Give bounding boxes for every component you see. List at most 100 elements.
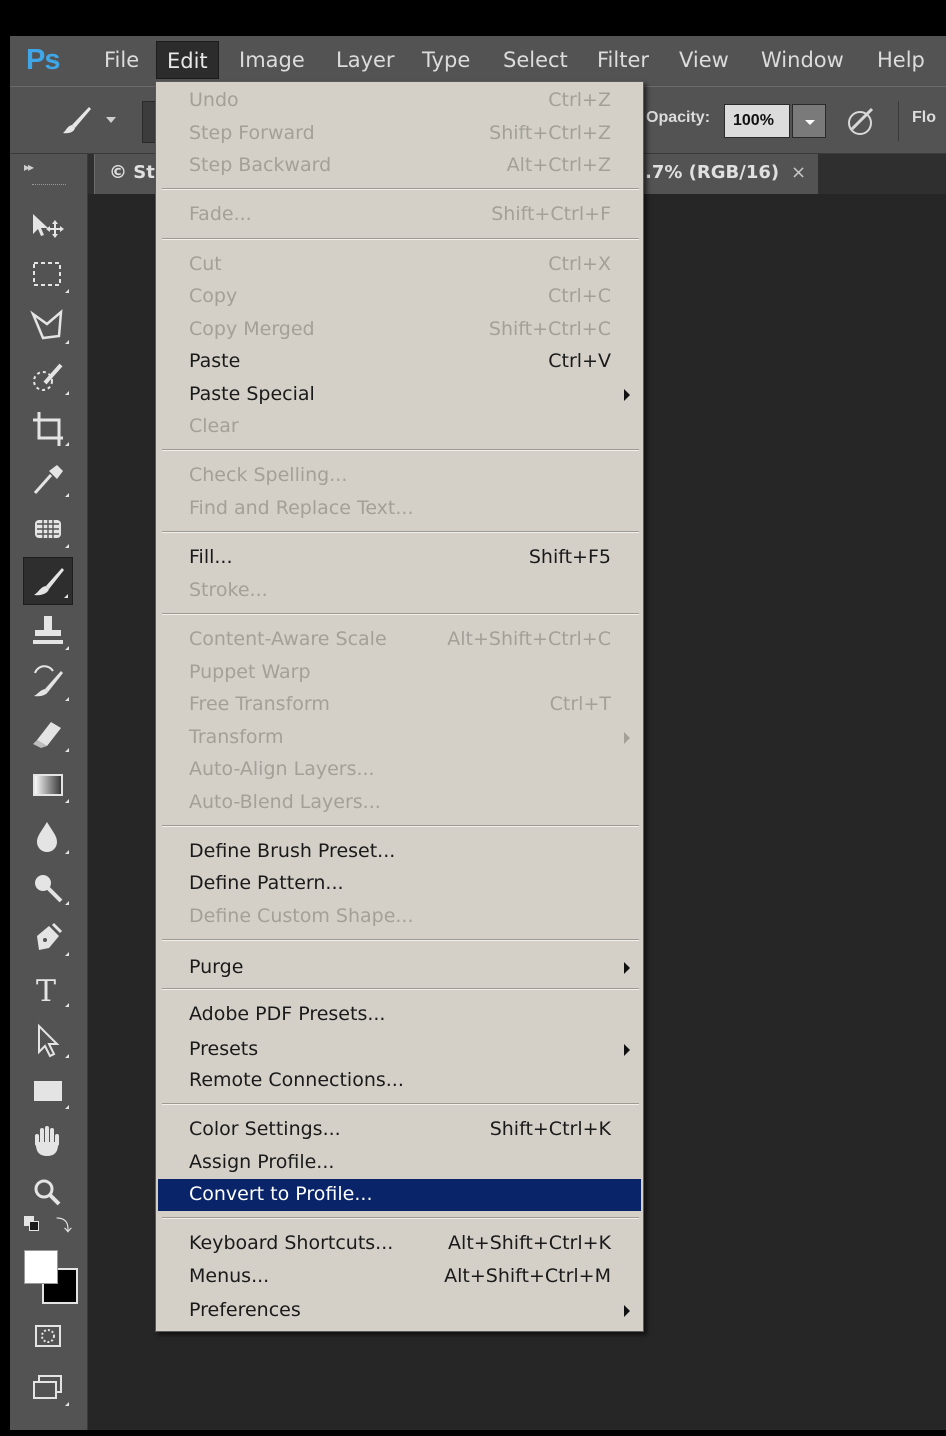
spot-healing-brush-tool-icon[interactable]: [23, 506, 73, 554]
menu-image[interactable]: Image: [229, 41, 315, 79]
menu-select[interactable]: Select: [493, 41, 578, 79]
menu-item-define-custom-shape[interactable]: Define Custom Shape...: [158, 901, 641, 933]
eyedropper-tool-icon[interactable]: [23, 455, 73, 503]
menu-item-step-forward[interactable]: Step Forward Shift+Ctrl+Z: [158, 118, 641, 150]
menu-help[interactable]: Help: [867, 41, 935, 79]
menu-item-convert-to-profile[interactable]: Convert to Profile...: [158, 1179, 641, 1211]
zoom-tool-icon[interactable]: [23, 1169, 73, 1217]
menu-item-keyboard-shortcuts[interactable]: Keyboard Shortcuts... Alt+Shift+Ctrl+K: [158, 1228, 641, 1260]
menu-item-check-spelling[interactable]: Check Spelling...: [158, 460, 641, 492]
menu-edit[interactable]: Edit: [156, 41, 219, 79]
menu-item-shortcut: Ctrl+Z: [548, 89, 611, 111]
menu-item-shortcut: Shift+Ctrl+K: [489, 1118, 611, 1140]
menu-item-auto-align-layers[interactable]: Auto-Align Layers...: [158, 754, 641, 786]
menu-item-paste[interactable]: Paste Ctrl+V: [158, 346, 641, 378]
gradient-tool-icon[interactable]: [23, 761, 73, 809]
menu-separator: [162, 188, 639, 190]
rectangle-tool-icon[interactable]: [23, 1067, 73, 1115]
menu-item-purge[interactable]: Purge: [158, 952, 641, 984]
menu-item-stroke[interactable]: Stroke...: [158, 575, 641, 607]
quick-mask-mode-icon[interactable]: [23, 1312, 73, 1360]
menu-item-label: Paste Special: [189, 383, 315, 405]
flow-label: Flo: [912, 109, 936, 126]
opacity-input[interactable]: 100%: [724, 104, 790, 138]
menu-item-remote-connections[interactable]: Remote Connections...: [158, 1065, 641, 1097]
menu-item-define-brush-preset[interactable]: Define Brush Preset...: [158, 836, 641, 868]
menu-item-content-aware-scale[interactable]: Content-Aware Scale Alt+Shift+Ctrl+C: [158, 624, 641, 656]
close-tab-icon[interactable]: ×: [791, 162, 806, 183]
menu-layer[interactable]: Layer: [326, 41, 405, 79]
menu-item-label: Purge: [189, 956, 244, 978]
menu-item-label: Puppet Warp: [189, 661, 311, 683]
hand-tool-icon[interactable]: [23, 1118, 73, 1166]
menu-item-label: Transform: [189, 726, 284, 748]
pen-tool-icon[interactable]: [23, 914, 73, 962]
menu-item-clear[interactable]: Clear: [158, 411, 641, 443]
menu-window[interactable]: Window: [751, 41, 854, 79]
menu-item-menus[interactable]: Menus... Alt+Shift+Ctrl+M: [158, 1261, 641, 1293]
brush-tool-icon[interactable]: [23, 557, 73, 605]
menu-item-auto-blend-layers[interactable]: Auto-Blend Layers...: [158, 787, 641, 819]
clone-stamp-tool-icon[interactable]: [23, 608, 73, 656]
menu-separator: [162, 939, 639, 941]
menu-item-free-transform[interactable]: Free Transform Ctrl+T: [158, 689, 641, 721]
history-brush-tool-icon[interactable]: [23, 659, 73, 707]
menu-item-fill[interactable]: Fill... Shift+F5: [158, 542, 641, 574]
menu-filter[interactable]: Filter: [587, 41, 659, 79]
default-colors-icon[interactable]: [24, 1216, 40, 1232]
menu-item-find-and-replace-text[interactable]: Find and Replace Text...: [158, 493, 641, 525]
menu-item-copy-merged[interactable]: Copy Merged Shift+Ctrl+C: [158, 314, 641, 346]
eraser-tool-icon[interactable]: [23, 710, 73, 758]
menu-view[interactable]: View: [669, 41, 739, 79]
menu-item-puppet-warp[interactable]: Puppet Warp: [158, 657, 641, 689]
screen-mode-icon[interactable]: [23, 1364, 73, 1412]
menu-item-label: Define Custom Shape...: [189, 905, 414, 927]
swap-colors-icon[interactable]: ⤵: [56, 1212, 76, 1235]
menu-item-paste-special[interactable]: Paste Special: [158, 379, 641, 411]
menu-item-label: Content-Aware Scale: [189, 628, 387, 650]
menu-item-label: Clear: [189, 415, 239, 437]
menu-item-define-pattern[interactable]: Define Pattern...: [158, 868, 641, 900]
opacity-dropdown-icon[interactable]: [792, 104, 826, 138]
toolbox-grip[interactable]: [32, 184, 66, 186]
menu-item-preferences[interactable]: Preferences: [158, 1295, 641, 1327]
move-tool-icon[interactable]: [23, 200, 73, 248]
submenu-arrow-icon: [624, 732, 630, 744]
menu-item-shortcut: Ctrl+T: [549, 693, 611, 715]
menu-file[interactable]: File: [94, 41, 149, 79]
crop-tool-icon[interactable]: [23, 404, 73, 452]
toolbox: ▸▸ T ⤵: [10, 154, 88, 1430]
quick-selection-tool-icon[interactable]: [23, 353, 73, 401]
menu-item-cut[interactable]: Cut Ctrl+X: [158, 249, 641, 281]
brush-preset-icon[interactable]: [60, 103, 94, 137]
menu-item-adobe-pdf-presets[interactable]: Adobe PDF Presets...: [158, 999, 641, 1031]
menu-item-assign-profile[interactable]: Assign Profile...: [158, 1147, 641, 1179]
path-selection-tool-icon[interactable]: [23, 1016, 73, 1064]
menu-item-label: Cut: [189, 253, 222, 275]
menu-item-undo[interactable]: Undo Ctrl+Z: [158, 85, 641, 117]
menu-item-shortcut: Shift+Ctrl+C: [488, 318, 611, 340]
menu-item-color-settings[interactable]: Color Settings... Shift+Ctrl+K: [158, 1114, 641, 1146]
brush-preset-dropdown-icon[interactable]: [106, 117, 116, 123]
menu-item-label: Fade...: [189, 203, 252, 225]
menu-item-label: Step Backward: [189, 154, 332, 176]
menu-item-step-backward[interactable]: Step Backward Alt+Ctrl+Z: [158, 150, 641, 182]
menu-item-shortcut: Ctrl+V: [548, 350, 611, 372]
collapse-toolbox-icon[interactable]: ▸▸: [24, 160, 34, 174]
type-tool-icon[interactable]: T: [23, 965, 73, 1013]
airbrush-icon[interactable]: [844, 103, 880, 139]
menu-type[interactable]: Type: [412, 41, 480, 79]
menu-separator: [162, 531, 639, 533]
menu-item-shortcut: Alt+Ctrl+Z: [506, 154, 611, 176]
rectangular-marquee-tool-icon[interactable]: [23, 251, 73, 299]
menu-item-fade[interactable]: Fade... Shift+Ctrl+F: [158, 199, 641, 231]
menu-item-presets[interactable]: Presets: [158, 1034, 641, 1066]
menu-item-transform[interactable]: Transform: [158, 722, 641, 754]
menu-item-label: Adobe PDF Presets...: [189, 1003, 386, 1025]
menu-item-copy[interactable]: Copy Ctrl+C: [158, 281, 641, 313]
blur-tool-icon[interactable]: [23, 812, 73, 860]
menu-item-label: Fill...: [189, 546, 233, 568]
dodge-tool-icon[interactable]: [23, 863, 73, 911]
polygonal-lasso-tool-icon[interactable]: [23, 302, 73, 350]
foreground-color-swatch[interactable]: [24, 1250, 58, 1284]
